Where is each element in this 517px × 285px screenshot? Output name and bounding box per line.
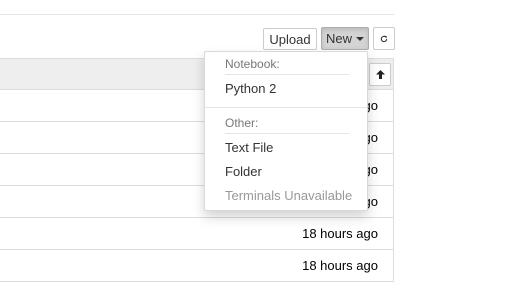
sort-button[interactable] xyxy=(369,63,391,86)
menu-divider xyxy=(205,107,367,108)
notebook-section-header: Notebook: xyxy=(225,57,280,71)
file-row[interactable]: 18 hours ago xyxy=(0,250,394,282)
file-modified-time: 18 hours ago xyxy=(302,258,378,273)
file-modified-time: 18 hours ago xyxy=(302,226,378,241)
file-row[interactable]: 18 hours ago xyxy=(0,218,394,250)
menu-item-text-file[interactable]: Text File xyxy=(225,140,273,155)
menu-item-folder[interactable]: Folder xyxy=(225,164,262,179)
arrow-up-icon xyxy=(375,70,385,79)
other-section-header: Other: xyxy=(225,116,259,130)
caret-down-icon xyxy=(356,36,365,41)
new-button[interactable]: New xyxy=(321,27,369,50)
menu-divider xyxy=(225,74,349,75)
new-dropdown-menu: Notebook: Python 2 Other: Text File Fold… xyxy=(204,51,368,211)
new-button-label: New xyxy=(326,31,353,46)
upload-button[interactable]: Upload xyxy=(263,28,317,50)
menu-item-python2[interactable]: Python 2 xyxy=(225,81,276,96)
refresh-icon xyxy=(380,35,388,42)
refresh-button[interactable] xyxy=(373,27,395,50)
menu-item-terminals: Terminals Unavailable xyxy=(225,188,353,203)
menu-divider xyxy=(225,133,349,134)
top-divider xyxy=(0,14,394,15)
